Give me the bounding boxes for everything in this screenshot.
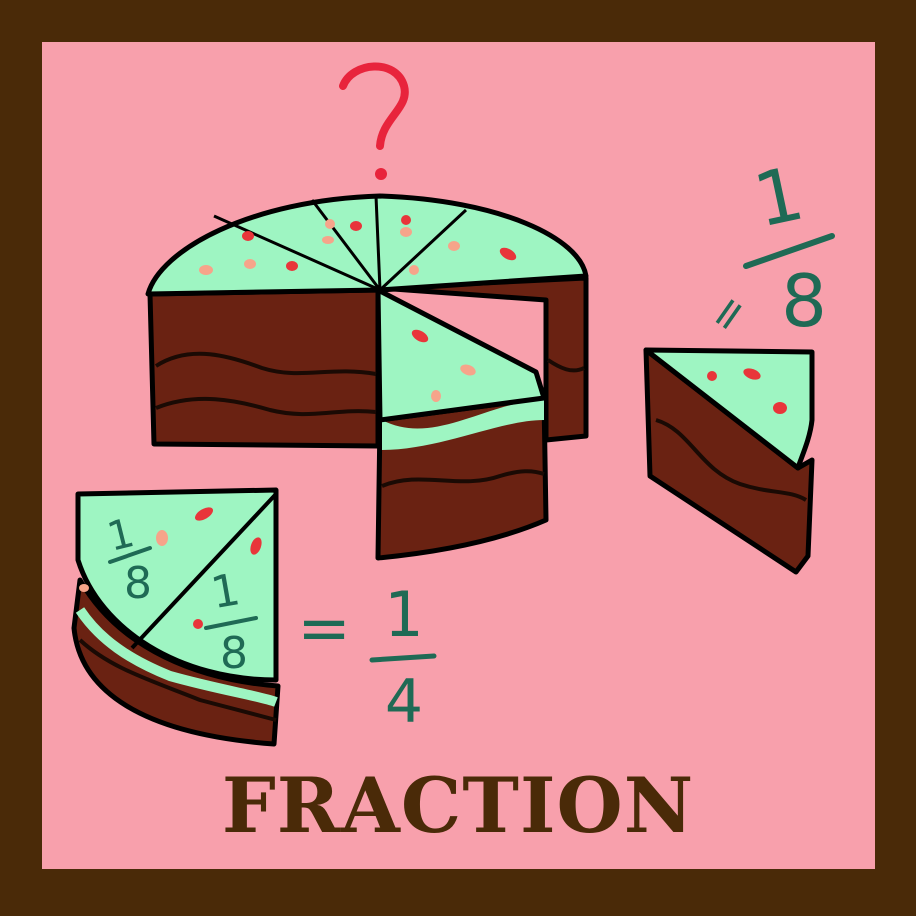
piece-a-denominator: 8 [124, 558, 152, 609]
quarter-result-label: = 1 4 [297, 578, 437, 737]
piece-b-denominator: 8 [220, 628, 248, 679]
quarter-denominator: 4 [385, 667, 423, 737]
slice-fraction-label: 1 8 = [697, 151, 835, 343]
slice-numerator: 1 [747, 151, 811, 245]
quarter-numerator: 1 [384, 578, 423, 651]
page-title: FRACTION [221, 761, 695, 850]
slice-equals: = [697, 284, 760, 343]
question-mark-icon [339, 62, 409, 180]
slice-denominator: 8 [781, 259, 827, 343]
quarter-equals: = [297, 592, 351, 666]
center-slice [375, 287, 549, 561]
quarter-piece [71, 487, 281, 747]
single-slice [643, 347, 815, 575]
